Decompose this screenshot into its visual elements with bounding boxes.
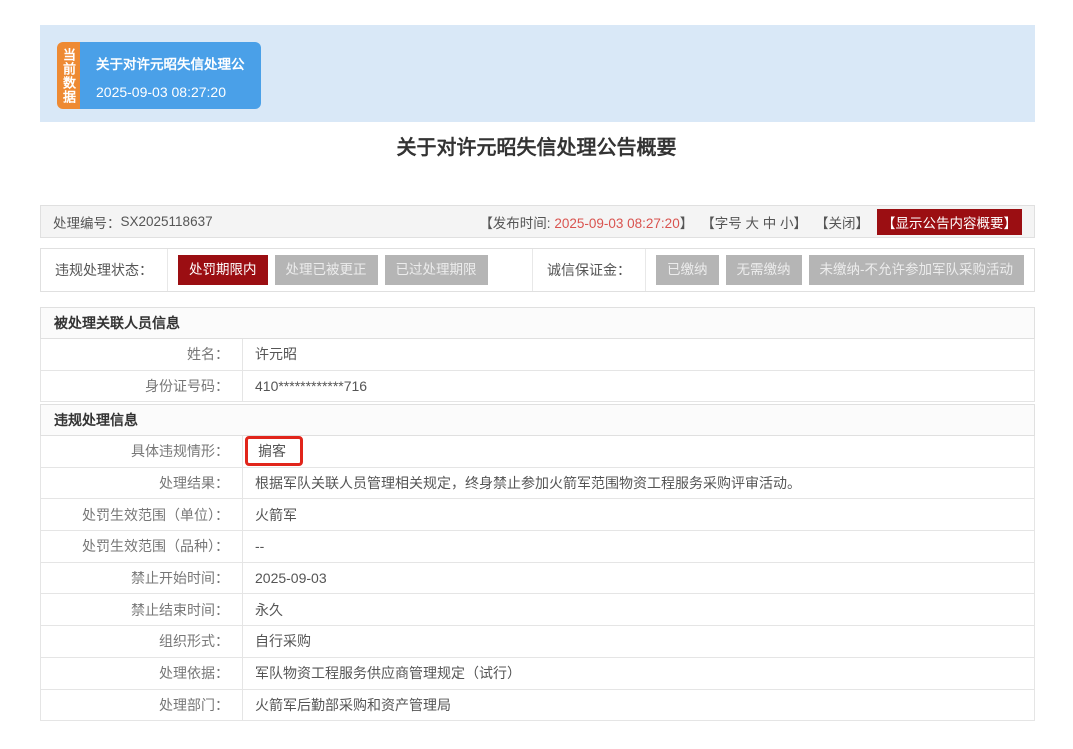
status-corrected-button[interactable]: 处理已被更正 — [275, 255, 378, 285]
status-bar: 违规处理状态： 处罚期限内 处理已被更正 已过处理期限 诚信保证金： 已缴纳 无… — [40, 248, 1035, 292]
row-label: 处理结果： — [41, 468, 243, 499]
row-label: 具体违规情形： — [41, 436, 243, 467]
font-size-control: 【字号 大 中 小】 — [701, 212, 807, 232]
font-size-label: 【字号 — [701, 216, 742, 231]
table-row: 禁止开始时间： 2025-09-03 — [40, 563, 1035, 595]
row-label: 处罚生效范围（品种）： — [41, 531, 243, 562]
row-value: 410************716 — [243, 371, 1034, 402]
table-row: 具体违规情形： 掮客 — [40, 436, 1035, 468]
show-summary-button[interactable]: 【显示公告内容概要】 — [877, 209, 1022, 235]
person-section-title: 被处理关联人员信息 — [40, 307, 1035, 339]
violation-section-title: 违规处理信息 — [40, 404, 1035, 436]
deposit-label: 诚信保证金： — [532, 249, 646, 291]
row-label: 处理依据： — [41, 658, 243, 689]
row-label: 姓名： — [41, 339, 243, 370]
publish-time-suffix: 】 — [680, 216, 694, 231]
status-within-penalty-button[interactable]: 处罚期限内 — [178, 255, 268, 285]
process-number-value: SX2025118637 — [121, 214, 213, 229]
row-value: 2025-09-03 — [243, 563, 1034, 594]
process-number-label: 处理编号： — [53, 212, 121, 232]
row-value: 掮客 — [243, 436, 1034, 467]
top-notice-bar: 当前数据 关于对许元昭失信处理公 2025-09-03 08:27:20 — [40, 25, 1035, 122]
highlight-box: 掮客 — [245, 436, 303, 466]
current-data-tab[interactable]: 当前数据 — [57, 42, 80, 109]
row-value: 火箭军 — [243, 499, 1034, 530]
publish-time-prefix: 【发布时间: — [479, 216, 550, 231]
notice-preview-title: 关于对许元昭失信处理公 — [96, 53, 245, 73]
row-label: 禁止开始时间： — [41, 563, 243, 594]
row-value: 根据军队关联人员管理相关规定，终身禁止参加火箭军范围物资工程服务采购评审活动。 — [243, 468, 1034, 499]
deposit-paid-button[interactable]: 已缴纳 — [656, 255, 719, 285]
row-label: 处理部门： — [41, 690, 243, 721]
table-row: 处理部门： 火箭军后勤部采购和资产管理局 — [40, 690, 1035, 722]
row-value: 自行采购 — [243, 626, 1034, 657]
table-row: 处罚生效范围（品种）： -- — [40, 531, 1035, 563]
notice-preview-time: 2025-09-03 08:27:20 — [96, 84, 245, 100]
table-row: 姓名： 许元昭 — [40, 339, 1035, 371]
row-label: 禁止结束时间： — [41, 594, 243, 625]
table-row: 处理依据： 军队物资工程服务供应商管理规定（试行） — [40, 658, 1035, 690]
meta-bar: 处理编号： SX2025118637 【发布时间: 2025-09-03 08:… — [40, 205, 1035, 238]
deposit-buttons: 已缴纳 无需缴纳 未缴纳-不允许参加军队采购活动 — [646, 249, 1034, 291]
row-value: 许元昭 — [243, 339, 1034, 370]
row-label: 身份证号码： — [41, 371, 243, 402]
font-size-small-button[interactable]: 小 — [780, 216, 794, 231]
notice-preview-card[interactable]: 关于对许元昭失信处理公 2025-09-03 08:27:20 — [80, 42, 261, 109]
publish-time: 【发布时间: 2025-09-03 08:27:20】 — [479, 212, 693, 232]
table-row: 禁止结束时间： 永久 — [40, 594, 1035, 626]
row-value: 火箭军后勤部采购和资产管理局 — [243, 690, 1034, 721]
table-row: 身份证号码： 410************716 — [40, 371, 1035, 403]
violation-type-value: 掮客 — [258, 441, 286, 461]
table-row: 处理结果： 根据军队关联人员管理相关规定，终身禁止参加火箭军范围物资工程服务采购… — [40, 468, 1035, 500]
status-expired-button[interactable]: 已过处理期限 — [385, 255, 488, 285]
row-label: 处罚生效范围（单位）： — [41, 499, 243, 530]
deposit-unpaid-button[interactable]: 未缴纳-不允许参加军队采购活动 — [809, 255, 1025, 285]
close-button[interactable]: 【关闭】 — [815, 212, 869, 232]
violation-status-label: 违规处理状态： — [41, 249, 168, 291]
row-value: 永久 — [243, 594, 1034, 625]
font-size-suffix: 】 — [794, 216, 808, 231]
font-size-medium-button[interactable]: 中 — [763, 216, 777, 231]
process-number: 处理编号： SX2025118637 — [53, 212, 213, 232]
violation-info-section: 违规处理信息 具体违规情形： 掮客 处理结果： 根据军队关联人员管理相关规定，终… — [40, 404, 1035, 721]
row-label: 组织形式： — [41, 626, 243, 657]
person-info-section: 被处理关联人员信息 姓名： 许元昭 身份证号码： 410************… — [40, 307, 1035, 402]
publish-time-value: 2025-09-03 08:27:20 — [554, 216, 679, 231]
row-value: -- — [243, 531, 1034, 562]
row-value: 军队物资工程服务供应商管理规定（试行） — [243, 658, 1034, 689]
violation-status-buttons: 处罚期限内 处理已被更正 已过处理期限 — [168, 249, 498, 291]
table-row: 组织形式： 自行采购 — [40, 626, 1035, 658]
announcement-page: 当前数据 关于对许元昭失信处理公 2025-09-03 08:27:20 关于对… — [0, 0, 1073, 749]
deposit-not-required-button[interactable]: 无需缴纳 — [726, 255, 802, 285]
font-size-large-button[interactable]: 大 — [745, 216, 759, 231]
current-data-widget: 当前数据 关于对许元昭失信处理公 2025-09-03 08:27:20 — [57, 42, 261, 109]
page-title: 关于对许元昭失信处理公告概要 — [0, 131, 1073, 160]
table-row: 处罚生效范围（单位）： 火箭军 — [40, 499, 1035, 531]
